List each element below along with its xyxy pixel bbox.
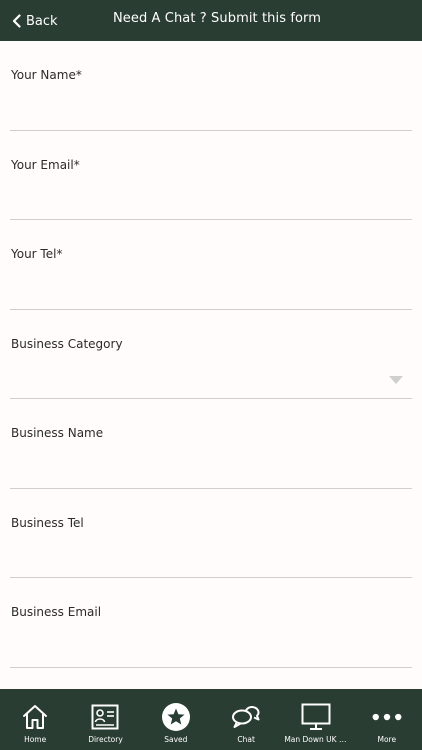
your-email-label: Your Email* [11,157,80,172]
business-tel-field: Business Tel [0,489,422,578]
tab-directory-label: Directory [88,735,123,744]
star-icon [161,702,191,732]
tab-chat[interactable]: Chat [211,689,281,750]
business-category-label: Business Category [11,336,123,351]
business-category-field: Business Category [0,310,422,399]
top-navigation-bar: Back Need A Chat ? Submit this form [0,0,422,41]
contact-form: Your Name* Your Email* Your Tel* Busines… [0,41,422,668]
tab-saved-label: Saved [164,735,188,744]
your-name-input[interactable] [10,87,412,129]
tab-man-down-website-label: Man Down UK We... [284,735,352,744]
business-email-field: Business Email [0,578,422,668]
tab-chat-label: Chat [237,735,255,744]
tab-directory[interactable]: Directory [70,689,140,750]
directory-icon [90,702,120,732]
business-name-input[interactable] [10,445,412,487]
tab-home[interactable]: Home [0,689,70,750]
business-category-select[interactable] [10,356,412,398]
your-name-label: Your Name* [11,68,82,82]
tab-home-label: Home [24,735,47,744]
your-tel-input[interactable] [10,266,412,308]
tab-more-label: More [377,735,397,744]
page-title: Need A Chat ? Submit this form [112,11,322,26]
business-name-label: Business Name [11,426,104,440]
your-email-field: Your Email* [0,131,422,220]
tab-man-down-website[interactable]: Man Down UK We... [281,689,352,750]
your-email-input[interactable] [10,176,412,219]
chat-bubbles-icon [231,702,261,732]
your-tel-label: Your Tel* [11,247,63,261]
bottom-tab-bar: Home Directory Saved Chat Man Down UK We… [0,689,422,750]
tab-saved[interactable]: Saved [141,689,211,750]
more-dots-icon [372,702,402,732]
your-tel-field: Your Tel* [0,220,422,310]
divider [10,666,412,668]
tab-more[interactable]: More [352,689,422,750]
business-tel-input[interactable] [10,534,412,577]
dropdown-arrow-icon[interactable] [389,375,403,384]
business-name-field: Business Name [0,399,422,489]
home-icon [20,702,50,732]
business-email-label: Business Email [11,605,102,619]
business-email-input[interactable] [10,624,412,666]
your-name-field: Your Name* [0,41,422,131]
monitor-icon [301,702,331,732]
business-tel-label: Business Tel [11,515,84,530]
